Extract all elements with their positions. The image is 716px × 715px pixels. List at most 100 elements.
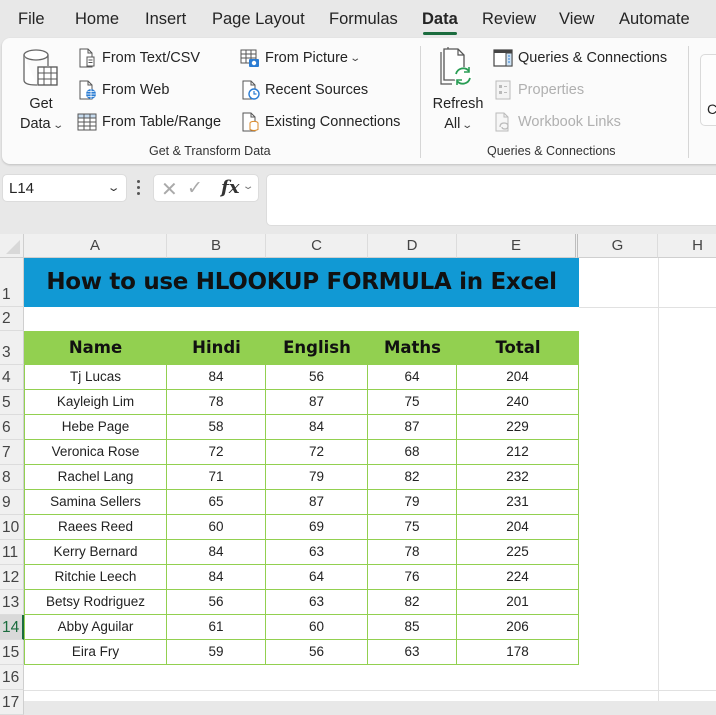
cell-english[interactable]: 63 [266, 590, 368, 615]
cell-hindi[interactable]: 61 [167, 615, 266, 640]
tab-page-layout[interactable]: Page Layout [212, 10, 305, 29]
queries-connections-button[interactable]: Queries & Connections [493, 48, 667, 68]
enter-icon[interactable]: ✓ [187, 177, 203, 200]
cell-maths[interactable]: 78 [368, 540, 457, 565]
workbook-links-button[interactable]: Workbook Links [493, 112, 621, 132]
cell-name[interactable]: Tj Lucas [24, 365, 167, 390]
tab-formulas[interactable]: Formulas [329, 10, 398, 29]
row-header[interactable]: 6 [0, 415, 24, 440]
row-header[interactable]: 13 [0, 590, 24, 615]
cell-hindi[interactable]: 60 [167, 515, 266, 540]
cell-total[interactable]: 229 [457, 415, 579, 440]
cell-english[interactable]: 63 [266, 540, 368, 565]
row-header[interactable]: 7 [0, 440, 24, 465]
cell-maths[interactable]: 64 [368, 365, 457, 390]
cell-maths[interactable]: 82 [368, 465, 457, 490]
cell-name[interactable]: Raees Reed [24, 515, 167, 540]
cell-hindi[interactable]: 58 [167, 415, 266, 440]
chevron-down-icon[interactable]: ⌄ [242, 181, 255, 192]
cell-english[interactable]: 56 [266, 365, 368, 390]
cell-english[interactable]: 79 [266, 465, 368, 490]
row-header[interactable]: 8 [0, 465, 24, 490]
cell-total[interactable]: 212 [457, 440, 579, 465]
column-header-a[interactable]: A [24, 234, 167, 258]
from-picture-button[interactable]: From Picture ⌄ [240, 48, 361, 68]
tab-home[interactable]: Home [75, 10, 119, 29]
formula-input[interactable] [266, 174, 716, 226]
cell-name[interactable]: Veronica Rose [24, 440, 167, 465]
properties-button[interactable]: Properties [493, 80, 584, 100]
cell-name[interactable]: Ritchie Leech [24, 565, 167, 590]
column-header-c[interactable]: C [266, 234, 368, 258]
tab-review[interactable]: Review [482, 10, 536, 29]
row-header[interactable]: 16 [0, 665, 24, 690]
cell-total[interactable]: 240 [457, 390, 579, 415]
from-web-button[interactable]: From Web [77, 80, 169, 100]
cell-total[interactable]: 232 [457, 465, 579, 490]
cell-maths[interactable]: 85 [368, 615, 457, 640]
column-header-h[interactable]: H [658, 234, 716, 258]
cell-hindi[interactable]: 65 [167, 490, 266, 515]
row-header[interactable]: 11 [0, 540, 24, 565]
row-header[interactable]: 9 [0, 490, 24, 515]
tab-view[interactable]: View [559, 10, 594, 29]
blank-row[interactable] [24, 307, 579, 331]
column-header-b[interactable]: B [167, 234, 266, 258]
cell-hindi[interactable]: 71 [167, 465, 266, 490]
row-header[interactable]: 5 [0, 390, 24, 415]
insert-function-icon[interactable]: fx [221, 177, 239, 198]
cancel-icon[interactable]: ✕ [161, 177, 178, 202]
cell-name[interactable]: Betsy Rodriguez [24, 590, 167, 615]
cell-total[interactable]: 231 [457, 490, 579, 515]
cell-name[interactable]: Hebe Page [24, 415, 167, 440]
row-header[interactable]: 1 [0, 258, 24, 307]
more-options-icon[interactable] [137, 180, 141, 198]
column-header-g[interactable]: G [578, 234, 658, 258]
tab-data[interactable]: Data [422, 10, 458, 35]
cell-hindi[interactable]: 78 [167, 390, 266, 415]
header-english[interactable]: English [266, 331, 368, 365]
cell-name[interactable]: Abby Aguilar [24, 615, 167, 640]
row-header[interactable]: 4 [0, 365, 24, 390]
cell-english[interactable]: 72 [266, 440, 368, 465]
row-header[interactable]: 10 [0, 515, 24, 540]
cell-name[interactable]: Kayleigh Lim [24, 390, 167, 415]
cell-name[interactable]: Rachel Lang [24, 465, 167, 490]
cell-total[interactable]: 224 [457, 565, 579, 590]
cell-name[interactable]: Eira Fry [24, 640, 167, 665]
row-header[interactable]: 15 [0, 640, 24, 665]
cell-total[interactable]: 225 [457, 540, 579, 565]
column-header-d[interactable]: D [368, 234, 457, 258]
row-header-selected[interactable]: 14 [0, 615, 24, 640]
cell-english[interactable]: 56 [266, 640, 368, 665]
tab-automate[interactable]: Automate [619, 10, 690, 29]
row-header[interactable]: 17 [0, 690, 24, 715]
cell-maths[interactable]: 82 [368, 590, 457, 615]
cell-maths[interactable]: 87 [368, 415, 457, 440]
from-table-range-button[interactable]: From Table/Range [77, 112, 221, 132]
cell-maths[interactable]: 79 [368, 490, 457, 515]
chevron-down-icon[interactable]: ⌄ [106, 181, 120, 194]
header-name[interactable]: Name [24, 331, 167, 365]
header-maths[interactable]: Maths [368, 331, 457, 365]
cell-hindi[interactable]: 56 [167, 590, 266, 615]
cell-maths[interactable]: 75 [368, 390, 457, 415]
spreadsheet-grid[interactable]: A B C D E G H 1 2 3 4 5 6 7 8 9 10 11 12… [0, 234, 716, 715]
cell-total[interactable]: 201 [457, 590, 579, 615]
cell-english[interactable]: 64 [266, 565, 368, 590]
cell-total[interactable]: 204 [457, 515, 579, 540]
existing-connections-button[interactable]: Existing Connections [240, 112, 400, 132]
row-header[interactable]: 2 [0, 307, 24, 331]
title-cell[interactable]: How to use HLOOKUP FORMULA in Excel [24, 258, 579, 307]
header-total[interactable]: Total [457, 331, 579, 365]
cell-english[interactable]: 84 [266, 415, 368, 440]
cell-english[interactable]: 87 [266, 490, 368, 515]
cell-total[interactable]: 206 [457, 615, 579, 640]
get-data-button[interactable]: Get Data⌄ [16, 48, 66, 136]
cell-name[interactable]: Kerry Bernard [24, 540, 167, 565]
cell-total[interactable]: 178 [457, 640, 579, 665]
recent-sources-button[interactable]: Recent Sources [240, 80, 368, 100]
header-hindi[interactable]: Hindi [167, 331, 266, 365]
cell-hindi[interactable]: 72 [167, 440, 266, 465]
cell-hindi[interactable]: 84 [167, 540, 266, 565]
